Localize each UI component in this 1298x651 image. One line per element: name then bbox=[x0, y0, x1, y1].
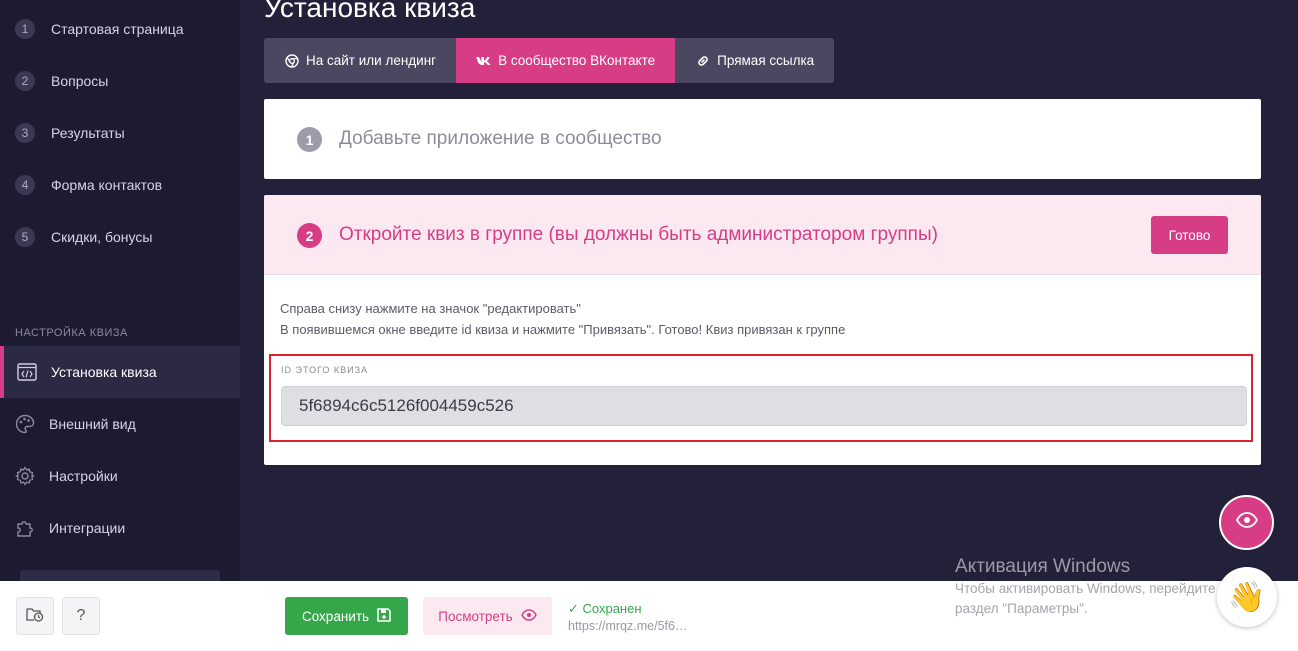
windows-activation-title: Активация Windows bbox=[955, 556, 1131, 577]
tab-website[interactable]: На сайт или лендинг bbox=[264, 38, 457, 83]
save-button[interactable]: Сохранить bbox=[285, 597, 408, 635]
step-card-add-app[interactable]: 1 Добавьте приложение в сообщество bbox=[264, 99, 1261, 179]
instruction-line: В появившемся окне введите id квиза и на… bbox=[280, 322, 846, 337]
quiz-id-block: ID ЭТОГО КВИЗА 5f6894c6c5126f004459c526 bbox=[269, 354, 1253, 442]
help-label: ? bbox=[76, 607, 86, 624]
eye-icon bbox=[1235, 512, 1258, 533]
help-button[interactable]: ? bbox=[62, 597, 100, 635]
waving-hand-icon: 👋 bbox=[1228, 580, 1266, 614]
chat-fab[interactable]: 👋 bbox=[1217, 567, 1277, 627]
chrome-icon bbox=[284, 53, 300, 69]
sidebar-step-discounts[interactable]: 5 Скидки, бонусы bbox=[0, 217, 240, 257]
sidebar-step-label: Вопросы bbox=[51, 73, 109, 89]
sidebar-item-label: Интеграции bbox=[49, 520, 126, 536]
windows-activation-text: раздел "Параметры". bbox=[955, 601, 1088, 616]
instruction-line: Справа снизу нажмите на значок "редактир… bbox=[280, 301, 581, 316]
sidebar-bottom-button[interactable] bbox=[20, 570, 220, 581]
saved-url[interactable]: https://mrqz.me/5f6… bbox=[568, 619, 687, 633]
step-title: Откройте квиз в группе (вы должны быть а… bbox=[339, 224, 938, 245]
step-number: 2 bbox=[15, 71, 35, 91]
done-button[interactable]: Готово bbox=[1151, 216, 1228, 254]
sidebar-step-start-page[interactable]: 1 Стартовая страница bbox=[0, 9, 240, 49]
tab-vk-community[interactable]: В сообщество ВКонтакте bbox=[456, 38, 676, 83]
puzzle-icon bbox=[13, 516, 37, 540]
preview-fab[interactable] bbox=[1219, 495, 1274, 550]
preview-label: Посмотреть bbox=[438, 608, 513, 624]
step-badge: 2 bbox=[297, 223, 322, 248]
step-number: 3 bbox=[15, 123, 35, 143]
install-tabs: На сайт или лендинг В сообщество ВКонтак… bbox=[264, 38, 835, 83]
link-icon bbox=[695, 53, 711, 69]
history-button[interactable] bbox=[16, 597, 54, 635]
preview-button[interactable]: Посмотреть bbox=[423, 597, 552, 635]
tab-label: В сообщество ВКонтакте bbox=[498, 53, 656, 68]
code-icon bbox=[15, 360, 39, 384]
sidebar-step-label: Результаты bbox=[51, 125, 125, 141]
sidebar-step-contact-form[interactable]: 4 Форма контактов bbox=[0, 165, 240, 205]
sidebar-step-questions[interactable]: 2 Вопросы bbox=[0, 61, 240, 101]
palette-icon bbox=[13, 412, 37, 436]
step-number: 4 bbox=[15, 175, 35, 195]
page-title: Установка квиза bbox=[264, 0, 476, 23]
step-card-open-quiz: 2 Откройте квиз в группе (вы должны быть… bbox=[264, 195, 1261, 465]
sidebar-section-title: НАСТРОЙКА КВИЗА bbox=[15, 327, 128, 339]
sidebar-item-label: Настройки bbox=[49, 468, 118, 484]
sidebar-item-label: Внешний вид bbox=[49, 416, 136, 432]
sidebar-step-label: Стартовая страница bbox=[51, 21, 184, 37]
sidebar-item-install[interactable]: Установка квиза bbox=[0, 346, 240, 398]
tab-direct-link[interactable]: Прямая ссылка bbox=[675, 38, 835, 83]
sidebar: 1 Стартовая страница 2 Вопросы 3 Результ… bbox=[0, 0, 240, 581]
sidebar-step-results[interactable]: 3 Результаты bbox=[0, 113, 240, 153]
sidebar-step-label: Скидки, бонусы bbox=[51, 229, 153, 245]
quiz-id-label: ID ЭТОГО КВИЗА bbox=[281, 365, 369, 375]
sidebar-step-label: Форма контактов bbox=[51, 177, 163, 193]
saved-status: ✓ Сохранен bbox=[568, 601, 642, 616]
step-number: 5 bbox=[15, 227, 35, 247]
eye-icon bbox=[520, 608, 537, 624]
step-badge: 1 bbox=[297, 127, 322, 152]
sidebar-item-appearance[interactable]: Внешний вид bbox=[0, 398, 240, 450]
step-card-header: 2 Откройте квиз в группе (вы должны быть… bbox=[264, 195, 1261, 275]
folder-clock-icon bbox=[26, 606, 44, 627]
sidebar-item-integrations[interactable]: Интеграции bbox=[0, 502, 240, 554]
tab-label: На сайт или лендинг bbox=[306, 53, 437, 68]
step-number: 1 bbox=[15, 19, 35, 39]
vk-icon bbox=[476, 53, 492, 69]
floppy-icon bbox=[377, 607, 391, 625]
tab-label: Прямая ссылка bbox=[717, 53, 815, 68]
sidebar-item-settings[interactable]: Настройки bbox=[0, 450, 240, 502]
step-title: Добавьте приложение в сообщество bbox=[339, 128, 662, 149]
sidebar-item-label: Установка квиза bbox=[51, 364, 157, 380]
gear-icon bbox=[13, 464, 37, 488]
quiz-id-field[interactable]: 5f6894c6c5126f004459c526 bbox=[281, 386, 1247, 426]
save-label: Сохранить bbox=[301, 608, 370, 624]
windows-activation-text: Чтобы активировать Windows, перейдите в bbox=[955, 581, 1227, 596]
